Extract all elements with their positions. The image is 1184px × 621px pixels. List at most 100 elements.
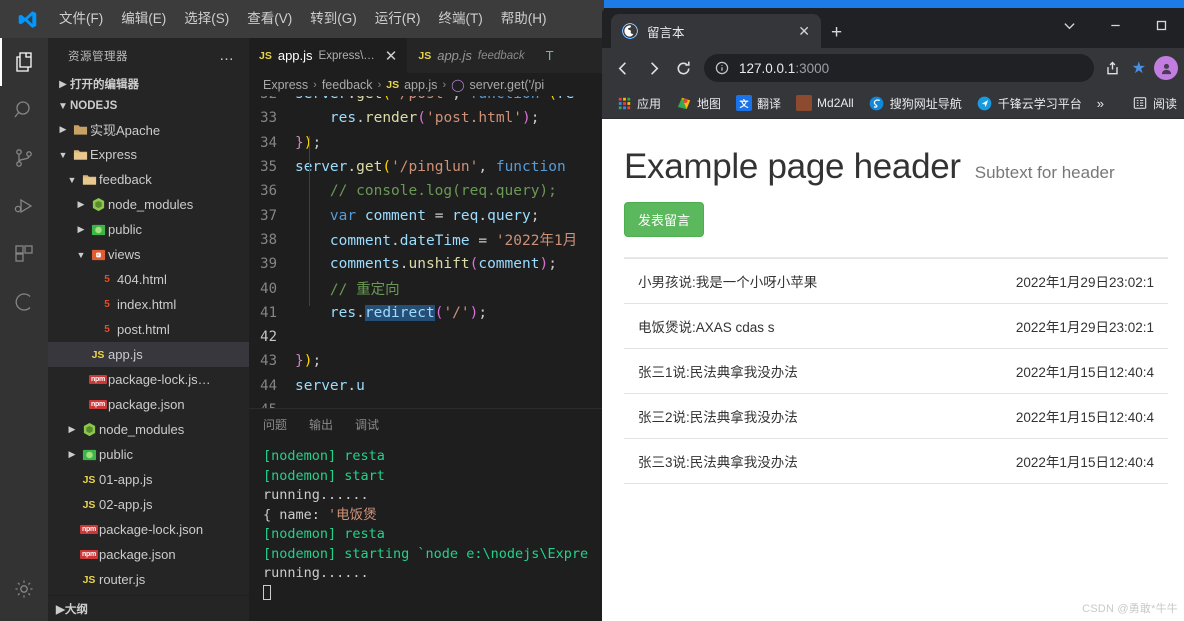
close-icon[interactable]: ✕	[795, 23, 813, 40]
chevron-down-icon[interactable]: ▼	[56, 150, 70, 160]
new-tab-button[interactable]: +	[831, 23, 842, 42]
panel-tab-problems[interactable]: 问题	[263, 416, 287, 433]
share-icon[interactable]	[1100, 55, 1126, 81]
line-number: 34	[260, 134, 277, 151]
chevron-down-icon[interactable]: ▼	[65, 175, 79, 185]
bookmark-qianfeng[interactable]: 千锋云学习平台	[971, 92, 1088, 115]
bookmark-star-icon[interactable]: ★	[1126, 58, 1152, 78]
breadcrumb-item-symbol[interactable]: server.get('/pi	[470, 78, 545, 92]
menu-selection[interactable]: 选择(S)	[175, 0, 238, 38]
extensions-icon[interactable]	[0, 230, 48, 278]
tree-item[interactable]: ▶ public	[48, 442, 249, 467]
address-bar[interactable]: 127.0.0.1:3000	[704, 54, 1094, 82]
tree-item[interactable]: ▶ public	[48, 217, 249, 242]
terminal-output[interactable]: [nodemon] resta [nodemon] start running.…	[249, 439, 604, 603]
open-editors-section[interactable]: ▶ 打开的编辑器	[48, 73, 249, 95]
editor-tab-overflow[interactable]: T	[535, 38, 565, 73]
tree-item[interactable]: JS app.js	[48, 342, 249, 367]
browser-window: 留言本 ✕ + 127.0.0.1:3000 ★ 应用 地图 文 翻译 Md2A…	[602, 8, 1184, 621]
tree-item[interactable]: ▼ Express	[48, 142, 249, 167]
folder-open-icon	[70, 147, 90, 162]
editor-tab-app-js-express[interactable]: JS app.js Express\… ✕	[249, 38, 409, 73]
tree-item[interactable]: npm package-lock.json	[48, 517, 249, 542]
bookmark-md2all[interactable]: Md2All	[790, 92, 860, 114]
desktop-background-strip	[560, 0, 1184, 8]
comment-item: 张三2说:民法典拿我没办法 2022年1月15日12:40:4	[624, 394, 1168, 439]
forward-icon[interactable]	[638, 53, 668, 83]
browser-tab[interactable]: 留言本 ✕	[611, 14, 821, 48]
breadcrumb-item-express[interactable]: Express	[263, 78, 308, 92]
url-port: :3000	[795, 60, 830, 76]
bookmarks-overflow-icon[interactable]: »	[1091, 96, 1110, 111]
bookmark-translate[interactable]: 文 翻译	[730, 92, 787, 115]
menu-edit[interactable]: 编辑(E)	[112, 0, 175, 38]
chevron-down-icon[interactable]: ▼	[74, 250, 88, 260]
code-text: });	[295, 353, 322, 370]
page-info-icon[interactable]	[714, 60, 730, 76]
code-text: server.get('/pinglun', function	[295, 159, 566, 176]
chevron-right-icon[interactable]: ▶	[74, 224, 88, 235]
menu-run[interactable]: 运行(R)	[366, 0, 430, 38]
panel-tab-debug-console[interactable]: 调试	[355, 416, 379, 433]
tree-item[interactable]: npm package-lock.js…	[48, 367, 249, 392]
block-guide	[309, 136, 310, 306]
tree-item[interactable]: 5 post.html	[48, 317, 249, 342]
tree-item[interactable]: npm package.json	[48, 542, 249, 567]
tree-item[interactable]: JS router.js	[48, 567, 249, 592]
menu-file[interactable]: 文件(F)	[50, 0, 112, 38]
tree-item[interactable]: ▶ node_modules	[48, 417, 249, 442]
code-line: 32 server.get('/post', function (re	[249, 96, 604, 106]
breadcrumb-item-feedback[interactable]: feedback	[322, 78, 373, 92]
chevron-down-icon[interactable]	[1046, 8, 1092, 42]
menu-go[interactable]: 转到(G)	[301, 0, 366, 38]
back-icon[interactable]	[608, 53, 638, 83]
run-debug-icon[interactable]	[0, 182, 48, 230]
search-icon[interactable]	[0, 86, 48, 134]
chevron-right-icon: ›	[313, 78, 317, 91]
menu-help[interactable]: 帮助(H)	[492, 0, 556, 38]
public-folder-icon	[88, 222, 108, 237]
tree-item-label: feedback	[99, 172, 152, 187]
settings-gear-icon[interactable]	[0, 565, 48, 613]
chevron-right-icon[interactable]: ▶	[65, 449, 79, 460]
comment-item: 张三1说:民法典拿我没办法 2022年1月15日12:40:4	[624, 349, 1168, 394]
tree-item[interactable]: JS 02-app.js	[48, 492, 249, 517]
post-comment-button[interactable]: 发表留言	[624, 202, 705, 237]
bookmark-sogou[interactable]: 搜狗网址导航	[863, 92, 968, 115]
panel-tabs: 问题 输出 调试	[249, 409, 604, 439]
chevron-right-icon[interactable]: ▶	[74, 199, 88, 210]
bookmark-maps[interactable]: 地图	[670, 92, 727, 115]
project-section-nodejs[interactable]: ▼ NODEJS	[48, 95, 249, 117]
tree-item[interactable]: ▶ node_modules	[48, 192, 249, 217]
outline-section[interactable]: ▶ 大纲	[48, 595, 249, 621]
menu-terminal[interactable]: 终端(T)	[430, 0, 492, 38]
source-control-icon[interactable]	[0, 134, 48, 182]
reading-list-button[interactable]: 阅读	[1126, 92, 1183, 115]
code-line: 37 var comment = req.query;	[249, 203, 604, 227]
maximize-icon[interactable]	[1138, 8, 1184, 42]
profile-avatar[interactable]	[1154, 56, 1178, 80]
panel-tab-output[interactable]: 输出	[309, 416, 333, 433]
line-number: 41	[260, 304, 277, 321]
line-number: 40	[260, 280, 277, 297]
tree-item[interactable]: JS 01-app.js	[48, 467, 249, 492]
sidebar-more-actions-icon[interactable]: …	[219, 47, 235, 64]
chevron-right-icon[interactable]: ▶	[56, 124, 70, 135]
editor-tab-app-js-feedback[interactable]: JS app.js feedback	[408, 38, 536, 73]
tree-item[interactable]: 5 404.html	[48, 267, 249, 292]
bookmark-apps[interactable]: 应用	[610, 92, 667, 115]
tree-item[interactable]: 5 index.html	[48, 292, 249, 317]
close-icon[interactable]: ✕	[385, 47, 398, 65]
tree-item[interactable]: npm package.json	[48, 392, 249, 417]
minimize-icon[interactable]	[1092, 8, 1138, 42]
reload-icon[interactable]	[668, 53, 698, 83]
tree-item[interactable]: ▼ feedback	[48, 167, 249, 192]
menu-view[interactable]: 查看(V)	[238, 0, 301, 38]
explorer-icon[interactable]	[0, 38, 48, 86]
tree-item[interactable]: ▶ 实现Apache	[48, 117, 249, 142]
tree-item[interactable]: ▼ views	[48, 242, 249, 267]
remote-icon[interactable]	[0, 278, 48, 326]
breadcrumb-item-appjs[interactable]: app.js	[404, 78, 437, 92]
comment-list: 小男孩说:我是一个小呀小苹果 2022年1月29日23:02:1 电饭煲说:AXAS…	[624, 257, 1168, 484]
chevron-right-icon[interactable]: ▶	[65, 424, 79, 435]
